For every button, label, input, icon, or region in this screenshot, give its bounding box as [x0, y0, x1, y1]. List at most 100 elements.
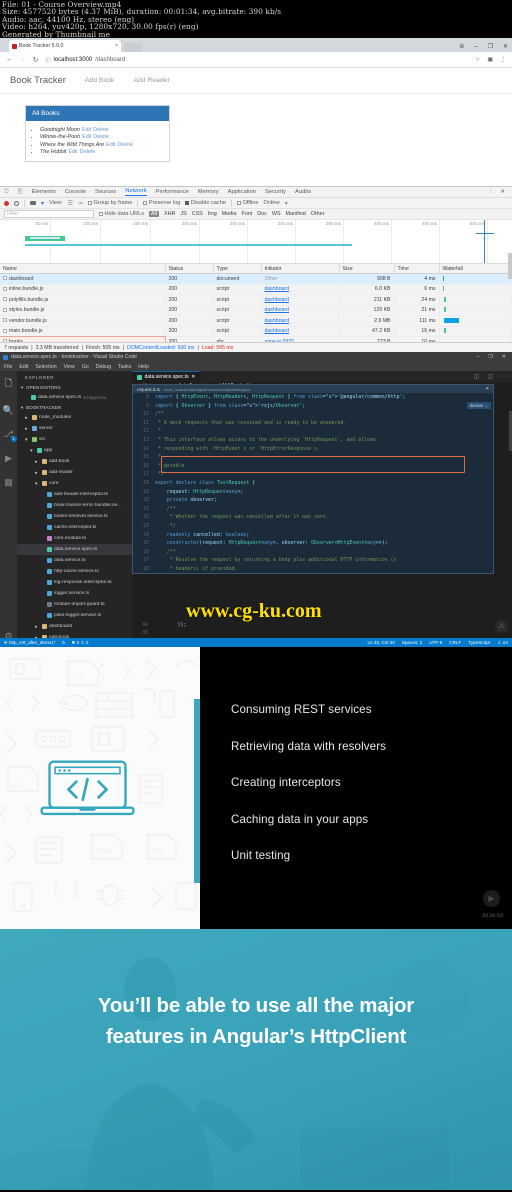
debug-icon[interactable]: ▶ — [5, 453, 12, 464]
tab-audits[interactable]: Audits — [295, 189, 311, 195]
source-control-icon[interactable]: ⎇ 1 — [3, 429, 17, 442]
type-filter-font[interactable]: Font — [241, 211, 252, 217]
open-editor-item[interactable]: data.service.spec.ts src\app\core — [17, 392, 132, 403]
language-mode[interactable]: TypeScript — [468, 640, 490, 645]
close-icon[interactable]: ✕ — [485, 386, 489, 392]
problems-indicator[interactable]: ✖ 0 ⚠ 0 — [72, 640, 89, 646]
online-label[interactable]: Online — [264, 200, 280, 206]
chevron-icon[interactable]: ▸ — [25, 426, 30, 432]
col-type[interactable]: Type — [213, 264, 262, 274]
menu-view[interactable]: View — [64, 364, 75, 370]
waterfall-view-icon[interactable]: ➞ — [78, 200, 83, 207]
more-icon[interactable]: ⋯ — [501, 373, 507, 380]
scrollbar-thumb[interactable] — [508, 253, 512, 279]
tree-item[interactable]: data.service.ts — [17, 555, 132, 566]
group-by-frame-option[interactable]: Group by frame — [88, 200, 132, 206]
cursor-position[interactable]: Ln 33, Col 30 — [367, 640, 394, 645]
col-name[interactable]: Name — [0, 264, 166, 274]
table-row[interactable]: dashboard 200 document Other 908 B 4 ms — [0, 273, 512, 285]
project-section[interactable]: ▾ BOOKTRACKER — [17, 403, 132, 412]
devtools-more-icon[interactable]: ⋮ — [488, 189, 494, 195]
type-filter-xhr[interactable]: XHR — [164, 211, 175, 217]
eol[interactable]: CRLF — [449, 640, 461, 645]
tree-item[interactable]: ▾ src — [17, 434, 132, 445]
close-window-button[interactable]: ✕ — [503, 44, 508, 50]
chevron-icon[interactable]: ▾ — [35, 481, 40, 487]
type-filter-doc[interactable]: Doc — [257, 211, 267, 217]
chevron-icon[interactable]: ▾ — [30, 448, 35, 454]
tree-item[interactable]: ▸ add-reader — [17, 467, 132, 478]
menu-help[interactable]: Help — [138, 364, 149, 370]
delete-link[interactable]: Delete — [80, 149, 96, 155]
checkbox-icon[interactable] — [143, 200, 148, 205]
col-time[interactable]: Time — [394, 264, 440, 274]
search-icon[interactable]: 🔍 — [3, 405, 14, 416]
network-overview[interactable]: 50 ms 100 ms 150 ms 200 ms 250 ms 300 ms… — [0, 220, 512, 264]
clear-icon[interactable] — [14, 200, 19, 206]
delete-link[interactable]: Delete — [93, 134, 109, 140]
offline-option[interactable]: Offline — [236, 200, 259, 206]
tree-item[interactable]: core.module.ts — [17, 533, 132, 544]
tree-item[interactable]: logger.service.ts — [17, 588, 132, 599]
delete-link[interactable]: Delete — [93, 127, 109, 133]
feedback-icon[interactable]: ☺ ὑ4 — [497, 640, 508, 645]
menu-edit[interactable]: Edit — [19, 364, 28, 370]
layout-icon[interactable]: ◫ — [487, 373, 493, 380]
type-filter-other[interactable]: Other — [311, 211, 324, 217]
close-icon[interactable]: × — [115, 43, 118, 49]
tree-item[interactable]: http-cache.service.ts — [17, 566, 132, 577]
tree-item[interactable]: plain-logger.service.ts — [17, 610, 132, 621]
edit-link[interactable]: Edit — [106, 142, 115, 148]
notification-bell-icon[interactable]: ⚠ — [495, 620, 508, 633]
device-toolbar-icon[interactable]: ⎗ — [18, 189, 23, 196]
edit-link[interactable]: Edit — [82, 127, 91, 133]
files-icon[interactable]: 🗋 — [5, 376, 12, 392]
type-filter-img[interactable]: Img — [208, 211, 217, 217]
col-size[interactable]: Size — [339, 264, 395, 274]
tree-item[interactable]: ▸ server — [17, 423, 132, 434]
tree-item[interactable]: log-response.interceptor.ts — [17, 577, 132, 588]
tree-item[interactable]: ▸ dashboard — [17, 621, 132, 632]
extension-icon[interactable]: ▣ — [487, 56, 493, 63]
minimize-button[interactable]: – — [474, 44, 477, 50]
chevron-icon[interactable]: ▾ — [25, 437, 30, 443]
chevron-icon[interactable]: ▸ — [35, 470, 40, 476]
preserve-log-option[interactable]: Preserve log — [143, 200, 180, 206]
nav-link-add-reader[interactable]: Add Reader — [133, 77, 169, 84]
forward-icon[interactable]: → — [19, 56, 26, 63]
tab-elements[interactable]: Elements — [32, 189, 56, 195]
tree-item[interactable]: ▸ node_modules — [17, 412, 132, 423]
type-filter-media[interactable]: Media — [222, 211, 237, 217]
edit-link[interactable]: Edit — [82, 134, 91, 140]
maximize-button[interactable]: ❐ — [488, 354, 492, 360]
tab-performance[interactable]: Performance — [156, 189, 189, 195]
tab-memory[interactable]: Memory — [198, 189, 219, 195]
type-filter-manifest[interactable]: Manifest — [286, 211, 306, 217]
site-info-icon[interactable]: ⓘ — [45, 56, 51, 64]
type-filter-js[interactable]: JS — [180, 211, 186, 217]
table-row[interactable]: main.bundle.js 200 script dashboard 47.2… — [0, 326, 512, 337]
indentation[interactable]: Spaces: 2 — [402, 640, 422, 645]
play-icon[interactable]: ▶ — [483, 890, 500, 907]
tab-application[interactable]: Application — [228, 189, 256, 195]
chevron-down-icon[interactable]: ▾ — [285, 200, 288, 207]
tree-item[interactable]: book-tracker-error-handler.se... — [17, 500, 132, 511]
chevron-icon[interactable]: ▸ — [35, 459, 40, 465]
type-filter-all[interactable]: All — [149, 211, 159, 217]
chevron-icon[interactable]: ▸ — [35, 624, 40, 630]
tree-item[interactable]: ▸ add-book — [17, 456, 132, 467]
split-editor-icon[interactable]: ◫ — [474, 373, 480, 380]
list-view-icon[interactable]: ☰ — [68, 200, 73, 207]
menu-file[interactable]: File — [4, 364, 12, 370]
checkbox-icon[interactable] — [236, 200, 241, 205]
screenshot-icon[interactable] — [30, 201, 36, 205]
col-status[interactable]: Status — [165, 264, 214, 274]
address-bar[interactable]: ⓘ localhost:3000/dashboard — [45, 56, 469, 64]
browser-tab[interactable]: Book Tracker 5.0.0 × — [9, 40, 121, 52]
tab-network[interactable]: Network — [125, 188, 147, 196]
col-waterfall[interactable]: Waterfall — [439, 264, 512, 274]
table-row[interactable]: vendor.bundle.js 200 script dashboard 2.… — [0, 315, 512, 327]
disable-cache-option[interactable]: Disable cache — [185, 200, 226, 206]
table-row[interactable]: styles.bundle.js 200 script dashboard 12… — [0, 305, 512, 316]
app-brand[interactable]: Book Tracker — [10, 75, 66, 86]
